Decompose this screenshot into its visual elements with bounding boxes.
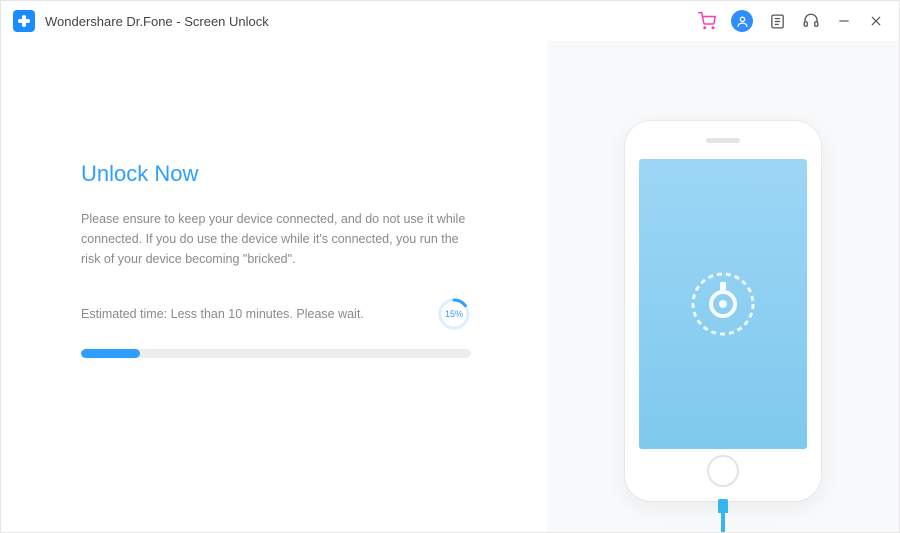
progress-ring: 15% bbox=[437, 297, 471, 331]
titlebar-actions bbox=[697, 10, 885, 32]
minimize-button[interactable] bbox=[835, 11, 853, 31]
support-headset-icon[interactable] bbox=[801, 11, 821, 31]
right-illustration-panel bbox=[547, 41, 899, 532]
feedback-icon[interactable] bbox=[767, 11, 787, 31]
progress-bar bbox=[81, 349, 471, 358]
app-window: Wondershare Dr.Fone - Screen Unlock bbox=[0, 0, 900, 533]
left-panel: Unlock Now Please ensure to keep your de… bbox=[1, 41, 547, 532]
close-button[interactable] bbox=[867, 11, 885, 31]
estimated-row: Estimated time: Less than 10 minutes. Pl… bbox=[81, 297, 471, 331]
progress-percent-label: 15% bbox=[437, 297, 471, 331]
wrench-gear-icon bbox=[688, 269, 758, 339]
phone-illustration bbox=[625, 121, 821, 501]
progress-bar-fill bbox=[81, 349, 140, 358]
cart-icon[interactable] bbox=[697, 11, 717, 31]
app-logo-icon bbox=[13, 10, 35, 32]
titlebar: Wondershare Dr.Fone - Screen Unlock bbox=[1, 1, 899, 41]
cable-illustration bbox=[718, 499, 728, 532]
app-title: Wondershare Dr.Fone - Screen Unlock bbox=[45, 14, 269, 29]
estimated-time-text: Estimated time: Less than 10 minutes. Pl… bbox=[81, 307, 364, 321]
page-heading: Unlock Now bbox=[81, 161, 487, 187]
content-area: Unlock Now Please ensure to keep your de… bbox=[1, 41, 899, 532]
instruction-text: Please ensure to keep your device connec… bbox=[81, 209, 481, 269]
user-account-icon[interactable] bbox=[731, 10, 753, 32]
phone-screen bbox=[639, 159, 807, 449]
